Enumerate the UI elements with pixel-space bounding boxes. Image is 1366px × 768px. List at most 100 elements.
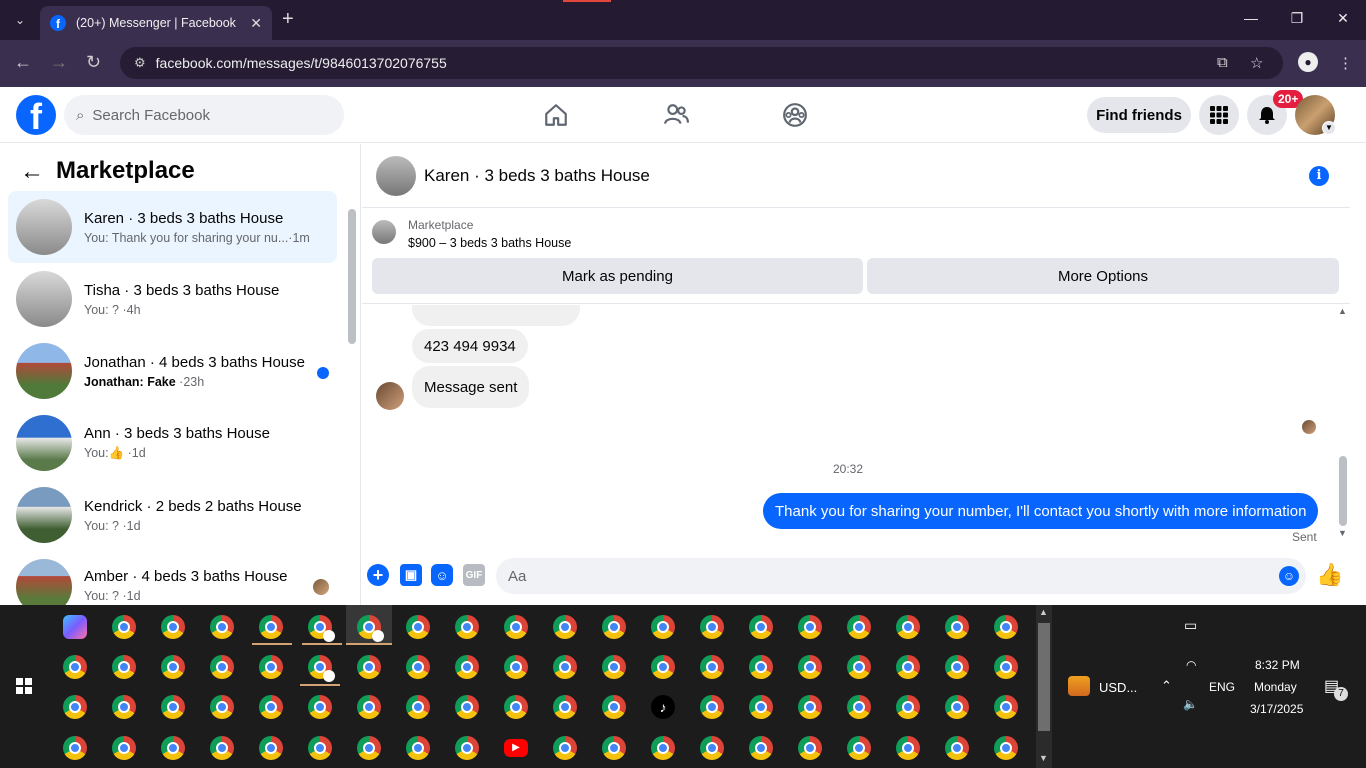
- battery-icon[interactable]: ▭: [1184, 617, 1197, 634]
- chrome-icon[interactable]: [602, 615, 626, 639]
- info-icon[interactable]: i: [1309, 166, 1329, 186]
- bookmark-star-icon[interactable]: ☆: [1250, 54, 1263, 72]
- sender-avatar[interactable]: [376, 382, 404, 410]
- chrome-icon[interactable]: [112, 695, 136, 719]
- sticker-icon[interactable]: ☺: [431, 564, 453, 586]
- chrome-icon[interactable]: [504, 615, 528, 639]
- volume-icon[interactable]: 🔈: [1183, 697, 1198, 711]
- clock-day[interactable]: Monday: [1254, 680, 1297, 694]
- chrome-icon[interactable]: [259, 736, 283, 760]
- chrome-icon[interactable]: [357, 655, 381, 679]
- chrome-icon[interactable]: [259, 695, 283, 719]
- search-input[interactable]: ⌕ Search Facebook: [64, 95, 344, 135]
- chrome-icon[interactable]: [259, 615, 283, 639]
- chrome-icon[interactable]: [945, 655, 969, 679]
- friends-icon[interactable]: [663, 102, 689, 128]
- chrome-icon[interactable]: [406, 736, 430, 760]
- chrome-icon[interactable]: [798, 695, 822, 719]
- chrome-icon[interactable]: [357, 615, 384, 642]
- chrome-icon[interactable]: [210, 695, 234, 719]
- conversation-item[interactable]: Amber · 4 beds 3 baths House You: ? ·1d: [8, 551, 337, 605]
- chrome-icon[interactable]: [896, 655, 920, 679]
- language-indicator[interactable]: ENG: [1209, 680, 1235, 694]
- chrome-icon[interactable]: [308, 615, 335, 642]
- chrome-icon[interactable]: [994, 655, 1018, 679]
- chrome-icon[interactable]: [406, 655, 430, 679]
- chrome-icon[interactable]: [651, 615, 675, 639]
- minimize-icon[interactable]: —: [1236, 10, 1266, 26]
- chrome-icon[interactable]: [63, 695, 87, 719]
- chrome-icon[interactable]: [357, 695, 381, 719]
- chrome-icon[interactable]: [602, 736, 626, 760]
- outgoing-message-bubble[interactable]: Thank you for sharing your number, I'll …: [763, 493, 1319, 529]
- chrome-icon[interactable]: [63, 736, 87, 760]
- chrome-icon[interactable]: [945, 736, 969, 760]
- find-friends-button[interactable]: Find friends: [1087, 97, 1191, 133]
- listing-thumbnail[interactable]: [372, 220, 396, 244]
- chrome-icon[interactable]: [210, 615, 234, 639]
- like-icon[interactable]: 👍: [1316, 562, 1343, 588]
- currency-widget-icon[interactable]: [1068, 676, 1090, 696]
- more-options-button[interactable]: More Options: [867, 258, 1339, 294]
- chrome-icon[interactable]: [700, 615, 724, 639]
- chrome-icon[interactable]: [602, 655, 626, 679]
- chat-title[interactable]: Karen · 3 beds 3 baths House: [424, 166, 650, 186]
- chrome-icon[interactable]: [112, 615, 136, 639]
- chrome-icon[interactable]: [504, 695, 528, 719]
- browser-tab-messenger[interactable]: f (20+) Messenger | Facebook ✕: [40, 6, 272, 40]
- scroll-down-icon[interactable]: ▼: [1338, 528, 1347, 538]
- chrome-icon[interactable]: [651, 655, 675, 679]
- profile-icon[interactable]: ●: [1298, 52, 1318, 72]
- youtube-icon[interactable]: ▶: [504, 739, 528, 757]
- new-tab-icon[interactable]: +: [282, 8, 294, 30]
- chrome-icon[interactable]: [504, 655, 528, 679]
- chrome-icon[interactable]: [749, 655, 773, 679]
- conversation-item[interactable]: Ann · 3 beds 3 baths House You:👍 ·1d: [8, 407, 337, 479]
- emoji-icon[interactable]: ☺: [1279, 566, 1299, 586]
- scrollbar-thumb[interactable]: [348, 209, 356, 344]
- chrome-icon[interactable]: [847, 736, 871, 760]
- chrome-icon[interactable]: [553, 695, 577, 719]
- chrome-icon[interactable]: [406, 695, 430, 719]
- chrome-icon[interactable]: [945, 695, 969, 719]
- groups-icon[interactable]: [782, 102, 808, 128]
- chrome-icon[interactable]: [896, 615, 920, 639]
- chrome-icon[interactable]: [945, 615, 969, 639]
- chrome-icon[interactable]: [308, 736, 332, 760]
- message-bubble[interactable]: Message sent: [412, 366, 530, 408]
- taskbar-scroll-down-icon[interactable]: ▼: [1039, 753, 1048, 763]
- chrome-icon[interactable]: [161, 695, 185, 719]
- scroll-up-icon[interactable]: ▲: [1338, 306, 1347, 316]
- currency-widget-label[interactable]: USD...: [1099, 680, 1137, 695]
- chrome-icon[interactable]: [112, 736, 136, 760]
- tiktok-icon[interactable]: ♪: [651, 695, 675, 719]
- chrome-icon[interactable]: [553, 736, 577, 760]
- chrome-icon[interactable]: [994, 736, 1018, 760]
- chrome-icon[interactable]: [896, 695, 920, 719]
- message-input[interactable]: Aa: [496, 558, 1306, 594]
- scrollbar-thumb[interactable]: [1339, 456, 1347, 526]
- windows-start-icon[interactable]: [16, 678, 32, 694]
- chrome-icon[interactable]: [455, 695, 479, 719]
- home-icon[interactable]: [543, 102, 569, 128]
- wifi-icon[interactable]: ◠: [1186, 658, 1196, 672]
- clock-date[interactable]: 3/17/2025: [1250, 702, 1303, 716]
- chrome-icon[interactable]: [553, 655, 577, 679]
- chrome-icon[interactable]: [112, 655, 136, 679]
- account-chevron-down-icon[interactable]: ▼: [1322, 121, 1336, 135]
- reload-icon[interactable]: ↻: [86, 52, 101, 73]
- gif-icon[interactable]: GIF: [463, 564, 485, 586]
- chrome-icon[interactable]: [994, 615, 1018, 639]
- chrome-icon[interactable]: [798, 736, 822, 760]
- install-app-icon[interactable]: ⧉: [1217, 54, 1228, 71]
- tab-close-icon[interactable]: ✕: [250, 15, 262, 32]
- chrome-icon[interactable]: [994, 695, 1018, 719]
- chrome-icon[interactable]: [602, 695, 626, 719]
- forward-icon[interactable]: →: [50, 52, 68, 73]
- chrome-icon[interactable]: [455, 736, 479, 760]
- chrome-icon[interactable]: [259, 655, 283, 679]
- chrome-icon[interactable]: [700, 695, 724, 719]
- tray-chevron-up-icon[interactable]: ⌃: [1161, 678, 1172, 694]
- chrome-icon[interactable]: [308, 655, 335, 682]
- add-attachment-icon[interactable]: +: [367, 564, 389, 586]
